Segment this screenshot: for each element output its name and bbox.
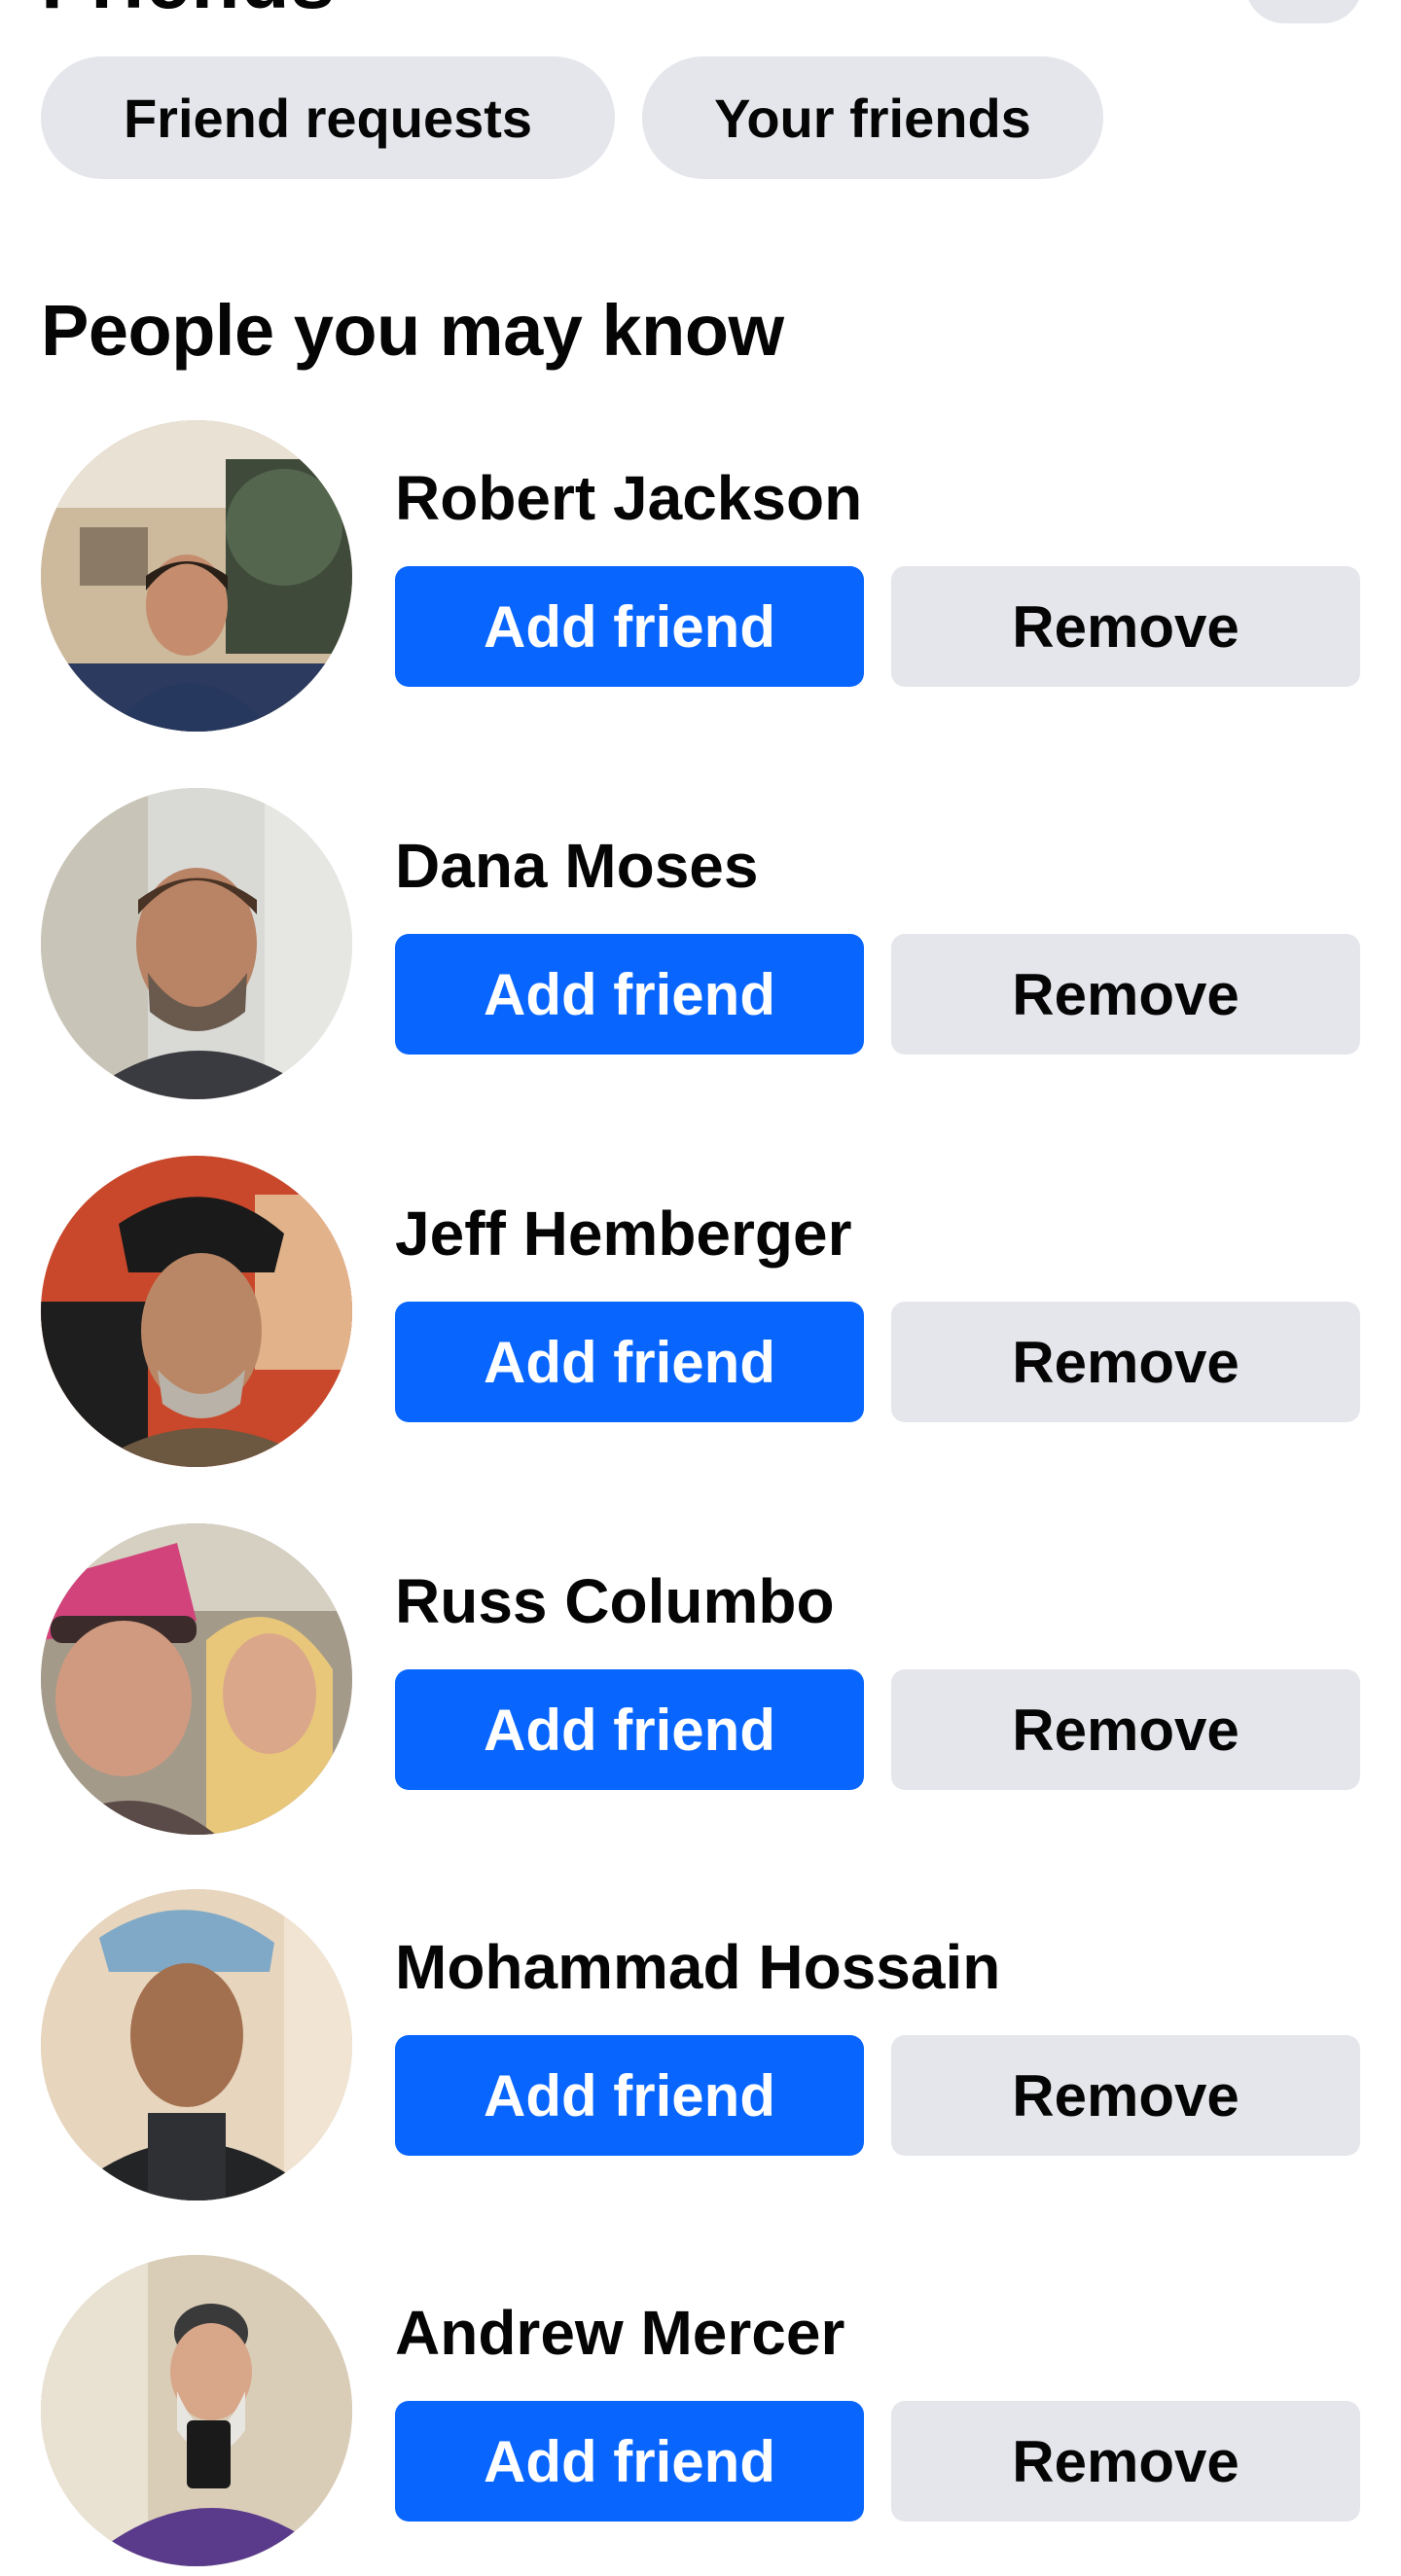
profile-photo (41, 1523, 352, 1835)
remove-button[interactable]: Remove (891, 1669, 1360, 1790)
section-title: People you may know (41, 290, 784, 371)
profile-photo (41, 420, 352, 732)
profile-photo (41, 1156, 352, 1467)
your-friends-chip[interactable]: Your friends (642, 56, 1103, 179)
search-icon (1245, 0, 1362, 23)
person-row: Mohammad Hossain Add friend Remove (0, 1889, 1401, 2210)
profile-photo (41, 1889, 352, 2200)
remove-button[interactable]: Remove (891, 566, 1360, 687)
avatar[interactable] (41, 1523, 352, 1835)
person-name[interactable]: Robert Jackson (395, 459, 862, 537)
add-friend-button[interactable]: Add friend (395, 2035, 864, 2156)
person-row: Andrew Mercer Add friend Remove (0, 2255, 1401, 2576)
person-name[interactable]: Mohammad Hossain (395, 1928, 1000, 2006)
search-button[interactable] (1245, 0, 1362, 23)
person-name[interactable]: Dana Moses (395, 827, 758, 905)
profile-photo (41, 788, 352, 1099)
remove-button[interactable]: Remove (891, 1302, 1360, 1422)
person-name[interactable]: Andrew Mercer (395, 2294, 844, 2372)
remove-button[interactable]: Remove (891, 2401, 1360, 2522)
add-friend-button[interactable]: Add friend (395, 1302, 864, 1422)
add-friend-button[interactable]: Add friend (395, 566, 864, 687)
avatar[interactable] (41, 788, 352, 1099)
person-row: Jeff Hemberger Add friend Remove (0, 1156, 1401, 1477)
person-row: Robert Jackson Add friend Remove (0, 420, 1401, 741)
avatar[interactable] (41, 2255, 352, 2566)
person-name[interactable]: Jeff Hemberger (395, 1195, 852, 1272)
person-name[interactable]: Russ Columbo (395, 1562, 835, 1640)
remove-button[interactable]: Remove (891, 2035, 1360, 2156)
add-friend-button[interactable]: Add friend (395, 2401, 864, 2522)
profile-photo (41, 2255, 352, 2566)
person-row: Dana Moses Add friend Remove (0, 788, 1401, 1109)
remove-button[interactable]: Remove (891, 934, 1360, 1055)
avatar[interactable] (41, 420, 352, 732)
friend-requests-chip[interactable]: Friend requests (41, 56, 615, 179)
avatar[interactable] (41, 1889, 352, 2200)
avatar[interactable] (41, 1156, 352, 1467)
person-row: Russ Columbo Add friend Remove (0, 1523, 1401, 1844)
add-friend-button[interactable]: Add friend (395, 1669, 864, 1790)
page-title: Friends (41, 0, 391, 10)
add-friend-button[interactable]: Add friend (395, 934, 864, 1055)
